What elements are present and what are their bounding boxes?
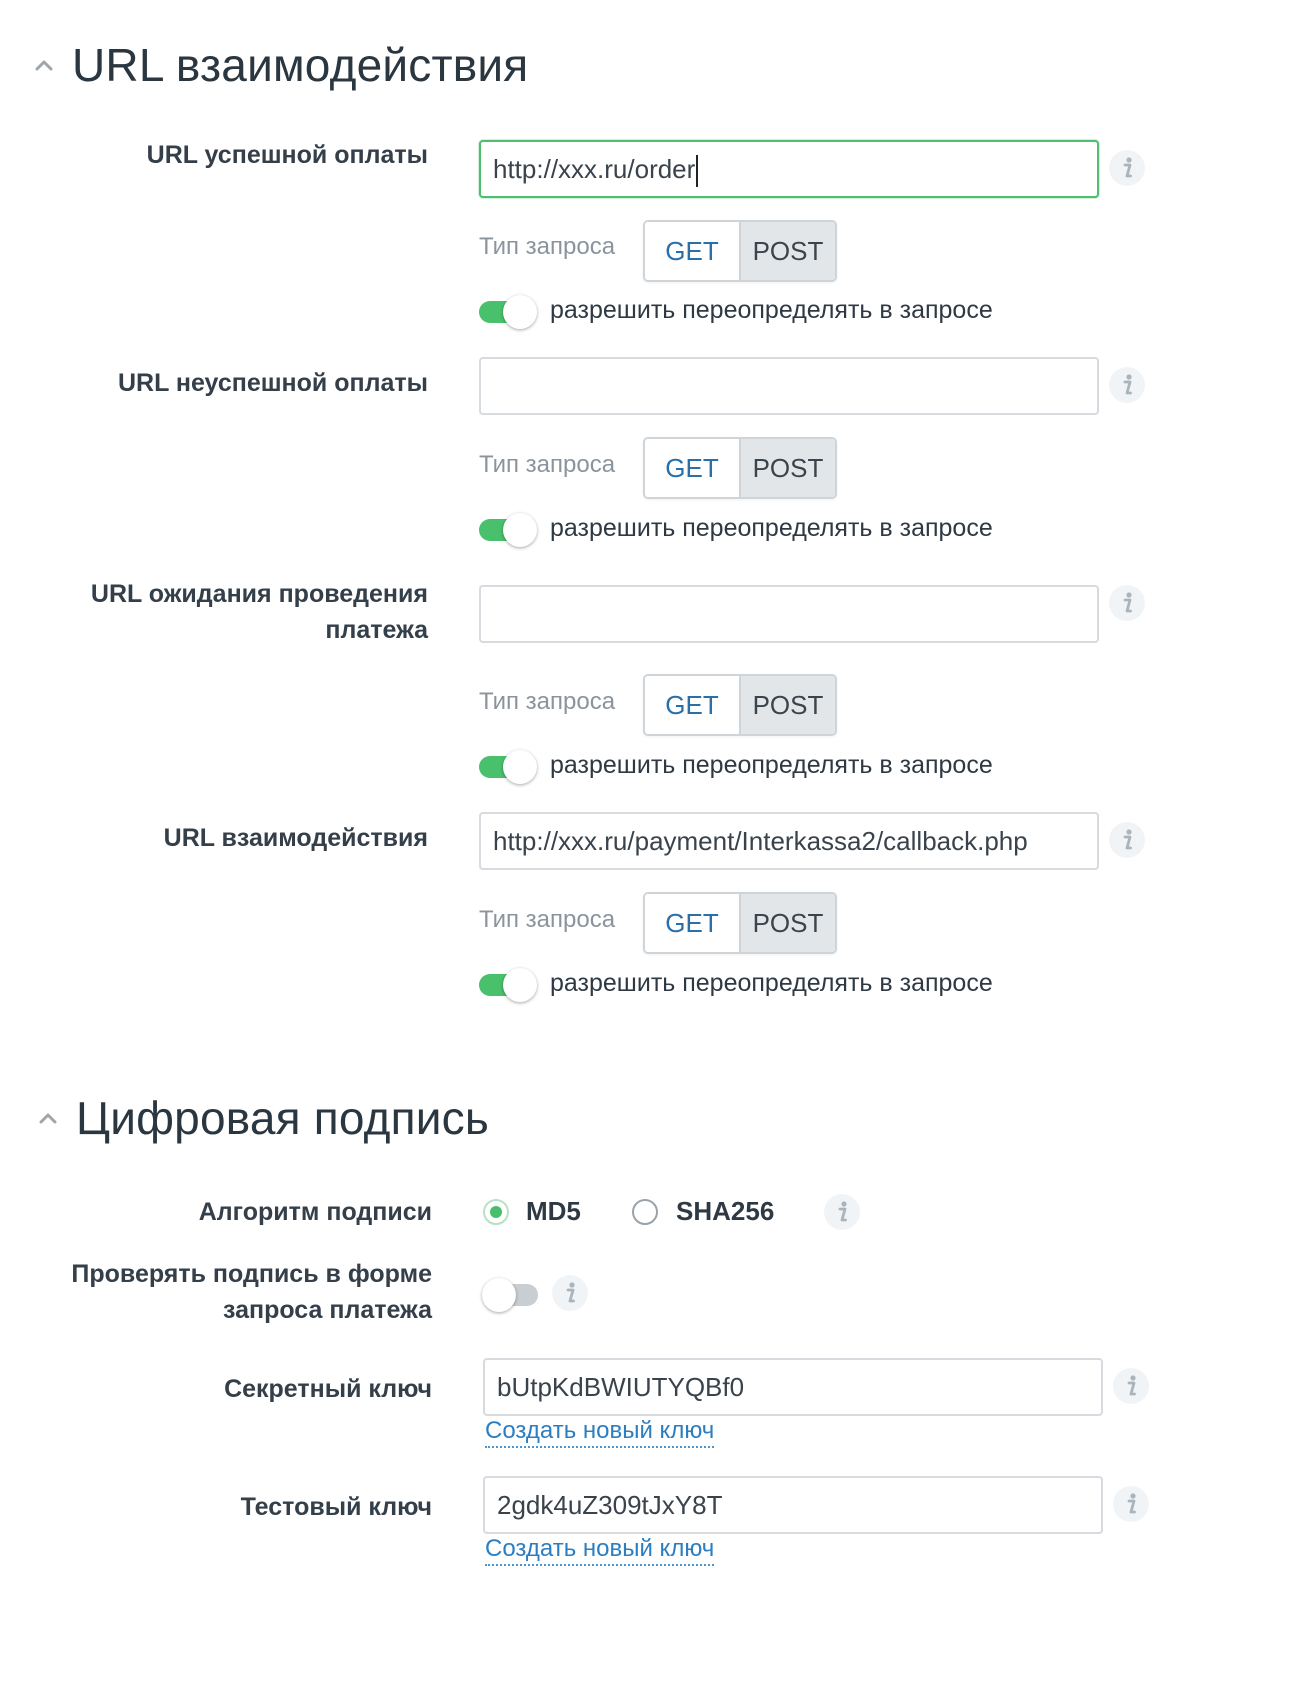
test-key-input[interactable]: 2gdk4uZ309tJxY8T <box>483 1476 1103 1534</box>
allow-override-label: разрешить переопределять в запросе <box>550 296 993 324</box>
request-method-toggle: GET POST <box>643 437 837 499</box>
settings-page: URL взаимодействия URL успешной оплаты h… <box>0 0 1298 1706</box>
generate-test-key-link[interactable]: Создать новый ключ <box>485 1534 715 1566</box>
success-url-value: http://xxx.ru/order <box>493 154 696 184</box>
info-icon[interactable] <box>1113 1486 1149 1522</box>
generate-secret-key-link[interactable]: Создать новый ключ <box>485 1416 715 1448</box>
info-icon[interactable] <box>1109 585 1145 621</box>
post-button[interactable]: POST <box>739 439 835 497</box>
secret-key-input[interactable]: bUtpKdBWIUTYQBf0 <box>483 1358 1103 1416</box>
allow-override-label: разрешить переопределять в запросе <box>550 751 993 779</box>
toggle-knob <box>503 295 537 329</box>
test-key-label: Тестовый ключ <box>240 1493 432 1521</box>
pending-url-input[interactable] <box>479 585 1099 643</box>
toggle-knob <box>482 1278 516 1312</box>
fail-url-input[interactable] <box>479 357 1099 415</box>
callback-url-value: http://xxx.ru/payment/Interkassa2/callba… <box>493 826 1028 856</box>
sha256-radio[interactable] <box>632 1199 658 1225</box>
get-button[interactable]: GET <box>645 222 739 280</box>
get-button[interactable]: GET <box>645 676 739 734</box>
callback-url-label: URL взаимодействия <box>163 824 428 852</box>
allow-override-toggle[interactable] <box>479 750 537 784</box>
request-type-label: Тип запроса <box>479 688 616 715</box>
allow-override-toggle[interactable] <box>479 968 537 1002</box>
info-icon[interactable] <box>824 1194 860 1230</box>
request-type-label: Тип запроса <box>479 451 616 478</box>
get-button[interactable]: GET <box>645 894 739 952</box>
allow-override-toggle[interactable] <box>479 513 537 547</box>
info-icon[interactable] <box>1109 822 1145 858</box>
post-button[interactable]: POST <box>739 676 835 734</box>
request-method-toggle: GET POST <box>643 674 837 736</box>
post-button[interactable]: POST <box>739 894 835 952</box>
signature-algorithm-label: Алгоритм подписи <box>198 1198 432 1226</box>
callback-url-input[interactable]: http://xxx.ru/payment/Interkassa2/callba… <box>479 812 1099 870</box>
info-icon[interactable] <box>1113 1368 1149 1404</box>
toggle-knob <box>503 968 537 1002</box>
allow-override-label: разрешить переопределять в запросе <box>550 514 993 542</box>
verify-signature-toggle[interactable] <box>482 1278 538 1312</box>
section-header-urls: URL взаимодействия <box>34 38 528 92</box>
section-title: URL взаимодействия <box>72 39 529 91</box>
info-icon[interactable] <box>1109 367 1145 403</box>
success-url-label: URL успешной оплаты <box>146 141 428 169</box>
post-button[interactable]: POST <box>739 222 835 280</box>
test-key-value: 2gdk4uZ309tJxY8T <box>497 1490 723 1520</box>
request-type-label: Тип запроса <box>479 233 616 260</box>
toggle-knob <box>503 513 537 547</box>
request-type-label: Тип запроса <box>479 906 616 933</box>
chevron-up-icon[interactable] <box>38 1108 64 1128</box>
success-url-input[interactable]: http://xxx.ru/order <box>479 140 1099 198</box>
text-caret <box>696 155 699 188</box>
toggle-knob <box>503 750 537 784</box>
info-icon[interactable] <box>552 1275 588 1311</box>
get-button[interactable]: GET <box>645 439 739 497</box>
request-method-toggle: GET POST <box>643 220 837 282</box>
secret-key-value: bUtpKdBWIUTYQBf0 <box>497 1372 745 1402</box>
fail-url-label: URL неуспешной оплаты <box>117 369 428 397</box>
md5-radio[interactable] <box>483 1199 509 1225</box>
secret-key-label: Секретный ключ <box>224 1375 432 1403</box>
verify-signature-label: Проверять подпись в форме запроса платеж… <box>71 1260 432 1324</box>
pending-url-label: URL ожидания проведения платежа <box>90 580 428 644</box>
chevron-up-icon[interactable] <box>34 55 60 75</box>
section-header-signature: Цифровая подпись <box>38 1091 489 1145</box>
info-icon[interactable] <box>1109 150 1145 186</box>
section-title: Цифровая подпись <box>76 1092 490 1144</box>
md5-radio-label[interactable]: MD5 <box>526 1196 581 1227</box>
allow-override-label: разрешить переопределять в запросе <box>550 969 993 997</box>
request-method-toggle: GET POST <box>643 892 837 954</box>
sha256-radio-label[interactable]: SHA256 <box>676 1196 774 1227</box>
allow-override-toggle[interactable] <box>479 295 537 329</box>
